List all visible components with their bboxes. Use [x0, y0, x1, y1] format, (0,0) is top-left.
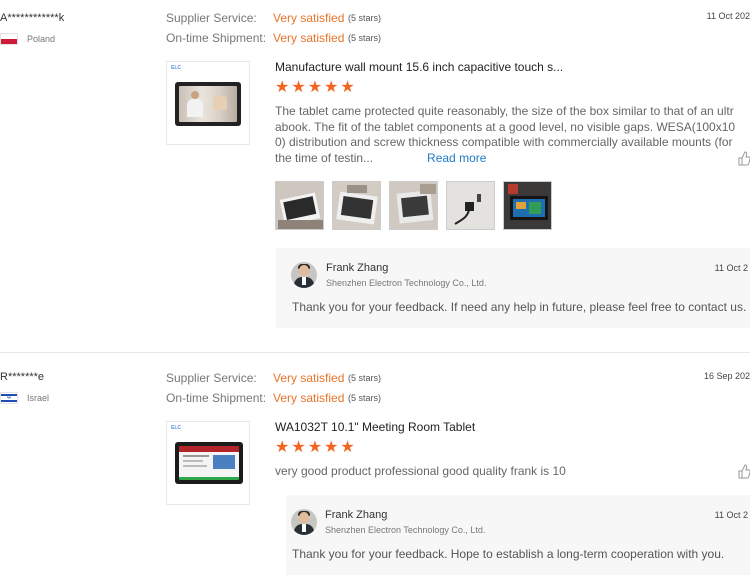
supplier-reply: Frank Zhang Shenzhen Electron Technology… [276, 248, 750, 328]
supplier-reply: Frank Zhang Shenzhen Electron Technology… [286, 495, 750, 575]
photo-tablet-box [333, 182, 380, 229]
review-body: The tablet came protected quite reasonab… [275, 104, 736, 165]
star-rating: ★★★★★ [275, 439, 357, 456]
avatar [291, 509, 317, 535]
shipment-value: Very satisfied [273, 391, 345, 405]
reply-text: Thank you for your feedback. Hope to est… [292, 547, 725, 561]
review-date: 11 Oct 202 [706, 11, 750, 21]
reply-text: Thank you for your feedback. If need any… [292, 300, 747, 314]
supplier-service-stars: (5 stars) [348, 13, 382, 23]
avatar [291, 262, 317, 288]
shipment-label: On-time Shipment: [166, 31, 267, 45]
review-photo[interactable] [332, 181, 381, 230]
reply-company: Shenzhen Electron Technology Co., Ltd. [325, 525, 486, 535]
israel-flag-icon: ✡ [0, 392, 18, 404]
thumbs-up-icon[interactable] [738, 151, 750, 166]
review-date: 16 Sep 202 [703, 371, 750, 381]
supplier-service-stars: (5 stars) [348, 373, 382, 383]
reply-date: 11 Oct 2 [714, 263, 748, 273]
supplier-service-label: Supplier Service: [166, 11, 257, 25]
reply-author: Frank Zhang [326, 262, 389, 274]
review-photo[interactable] [275, 181, 324, 230]
photo-mount-parts [447, 182, 494, 229]
review-card: A************k Poland Supplier Service: … [0, 0, 750, 352]
product-logo: ELC [171, 65, 181, 71]
review-photo[interactable] [389, 181, 438, 230]
reply-date: 11 Oct 2 [714, 510, 748, 520]
product-title[interactable]: Manufacture wall mount 15.6 inch capacit… [275, 60, 563, 74]
read-more-link[interactable]: Read more [427, 151, 486, 165]
photo-tablet-box [390, 182, 437, 229]
poland-flag-icon [0, 33, 18, 45]
review-photo[interactable] [503, 181, 552, 230]
product-thumbnail[interactable]: ELC [166, 421, 250, 505]
reviewer-name: A************k [0, 12, 65, 24]
supplier-service-value: Very satisfied [273, 371, 345, 385]
country-name: Israel [27, 393, 50, 403]
reviewer-country: ✡ Israel [0, 392, 49, 404]
country-name: Poland [27, 34, 56, 44]
shipment-stars: (5 stars) [348, 393, 382, 403]
tablet-image [175, 82, 241, 126]
review-text: The tablet came protected quite reasonab… [275, 104, 738, 166]
review-divider [0, 352, 750, 353]
shipment-value: Very satisfied [273, 31, 345, 45]
reply-author: Frank Zhang [325, 509, 388, 521]
supplier-service-label: Supplier Service: [166, 371, 257, 385]
thumbs-up-icon[interactable] [738, 464, 750, 479]
reply-company: Shenzhen Electron Technology Co., Ltd. [326, 278, 487, 288]
product-title[interactable]: WA1032T 10.1" Meeting Room Tablet [275, 420, 475, 434]
photo-tablet-box [276, 182, 323, 229]
shipment-label: On-time Shipment: [166, 391, 267, 405]
tablet-image [175, 442, 243, 484]
review-text: very good product professional good qual… [275, 464, 566, 478]
reviewer-name: R*******e [0, 371, 45, 383]
product-thumbnail[interactable]: ELC [166, 61, 250, 145]
star-rating: ★★★★★ [275, 79, 357, 96]
product-logo: ELC [171, 425, 181, 431]
reviewer-country: Poland [0, 33, 55, 45]
photo-tablet-on [504, 182, 551, 229]
review-photo[interactable] [446, 181, 495, 230]
supplier-service-value: Very satisfied [273, 11, 345, 25]
review-card: R*******e ✡ Israel Supplier Service: Ver… [0, 360, 750, 586]
shipment-stars: (5 stars) [348, 33, 382, 43]
